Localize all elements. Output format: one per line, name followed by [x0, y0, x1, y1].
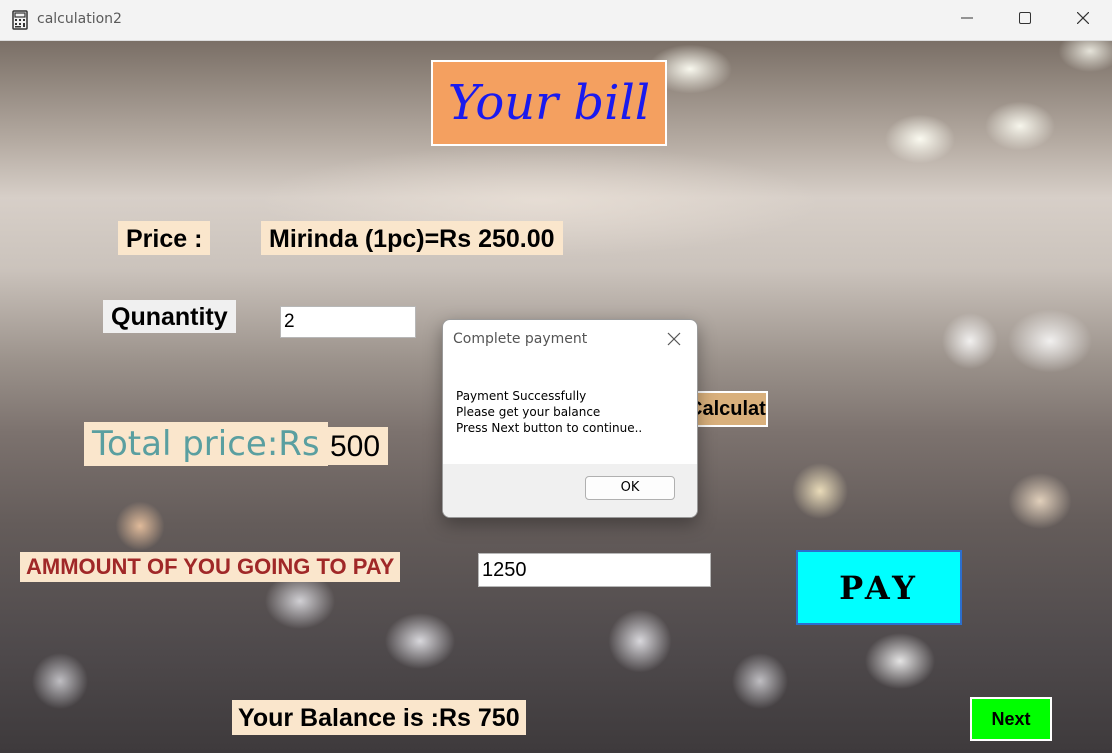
- pay-button[interactable]: PAY: [796, 550, 962, 625]
- quantity-label: Qunantity: [103, 300, 236, 333]
- next-button[interactable]: Next: [970, 697, 1052, 741]
- amount-label: AMMOUNT OF YOU GOING TO PAY: [20, 552, 401, 582]
- total-price-value: 500: [322, 427, 389, 465]
- dialog-footer: OK: [443, 464, 697, 517]
- price-label: Price :: [118, 221, 211, 255]
- quantity-input[interactable]: 2: [280, 306, 416, 338]
- minimize-button[interactable]: [938, 0, 996, 40]
- title-bar[interactable]: calculation2: [0, 0, 1112, 41]
- dialog-message-line: Payment Successfully: [456, 389, 587, 403]
- payment-dialog: Complete payment Payment Successfully Pl…: [442, 319, 698, 518]
- window-title: calculation2: [37, 11, 122, 27]
- calculate-button[interactable]: Calculate: [686, 391, 768, 427]
- bill-header: Your bill: [431, 60, 667, 146]
- dialog-message-line: Please get your balance: [456, 405, 601, 419]
- ok-button[interactable]: OK: [585, 476, 675, 500]
- dialog-message-line: Press Next button to continue..: [456, 421, 643, 435]
- dialog-message: Payment Successfully Please get your bal…: [456, 388, 642, 436]
- maximize-button[interactable]: [996, 0, 1054, 40]
- dialog-title: Complete payment: [453, 331, 588, 347]
- dialog-close-icon[interactable]: [665, 330, 683, 348]
- calculator-icon: [12, 10, 28, 30]
- amount-input[interactable]: 1250: [478, 553, 711, 587]
- dialog-body: Payment Successfully Please get your bal…: [443, 358, 697, 464]
- total-price-label: Total price:Rs: [84, 422, 328, 466]
- app-window: calculation2 Your bill Price : Mirinda (…: [0, 0, 1112, 753]
- maximize-icon: [1019, 11, 1031, 29]
- price-value: Mirinda (1pc)=Rs 250.00: [261, 221, 563, 255]
- close-button[interactable]: [1054, 0, 1112, 40]
- minimize-icon: [961, 11, 973, 29]
- balance-label: Your Balance is :Rs 750: [232, 700, 526, 735]
- close-icon: [1076, 11, 1090, 29]
